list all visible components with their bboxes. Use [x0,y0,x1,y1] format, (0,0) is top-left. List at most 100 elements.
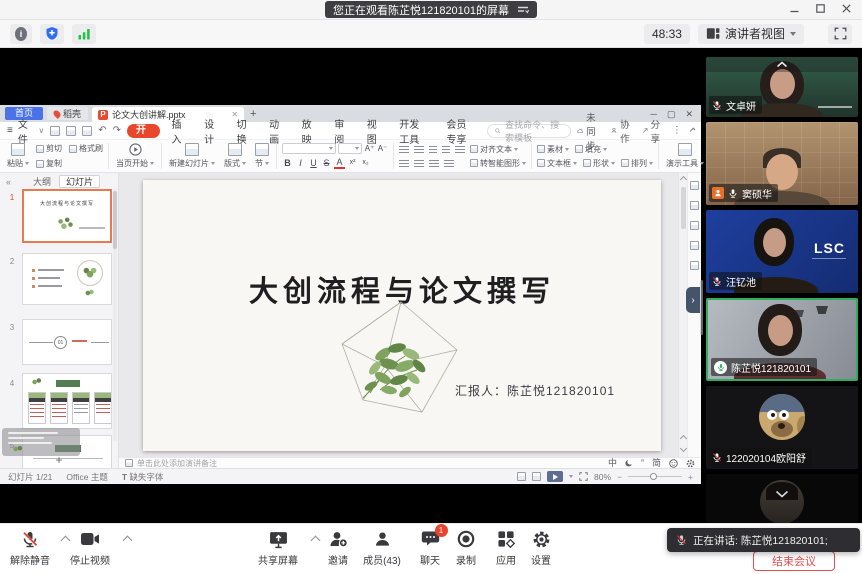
missing-font-warning[interactable]: T 缺失字体 [122,471,164,483]
zoom-slider-thumb[interactable] [650,473,657,480]
to-smartart-button[interactable]: 转智能图形 [470,158,526,169]
copy-button[interactable]: 复制 [36,157,62,170]
subscript-icon[interactable]: x₂ [360,159,371,166]
plant-crystal-graphic[interactable] [325,298,477,418]
collapse-panel-icon[interactable]: « [6,177,11,187]
section-button[interactable]: 节 [253,142,271,170]
participant-tile-5[interactable]: 122020104欧阳舒 [706,386,858,469]
numbered-list-icon[interactable] [414,146,424,153]
theme-name[interactable]: Office 主题 [66,471,107,483]
menu-tab-design[interactable]: 设计 [198,116,225,146]
present-tools-button[interactable]: 演示工具 [664,142,706,170]
assets-button[interactable]: 素材 [537,144,569,155]
share-screen-button[interactable]: 共享屏幕 [247,529,309,567]
format-painter-button[interactable]: 格式刷 [69,142,103,155]
scroll-up-participants[interactable] [706,57,858,72]
settings-button[interactable]: 设置 [515,529,567,567]
shape-button[interactable]: 形状 [583,158,615,169]
menu-tab-insert[interactable]: 插入 [166,116,193,146]
outdent-icon[interactable] [429,146,437,153]
design-panel-icon[interactable] [690,201,699,210]
wps-docer-tab[interactable]: 稻壳 [47,107,88,120]
normal-view-icon[interactable] [517,472,526,481]
zoom-level[interactable]: 80% [594,472,611,482]
justify-icon[interactable] [444,160,454,167]
slide-thumbnail-4[interactable] [22,373,112,429]
history-panel-icon[interactable] [690,261,699,270]
quote-icon[interactable]: ” [641,459,644,468]
superscript-icon[interactable]: x² [347,159,358,166]
screen-share-banner[interactable]: 您正在观看陈芷悦121820101的屏幕 [325,1,537,18]
strikethrough-icon[interactable]: S [321,158,332,168]
video-options-chevron[interactable] [123,536,133,546]
textbox-button[interactable]: 文本框 [537,158,577,169]
collaborate-button[interactable]: 协作 [611,117,633,145]
font-size-select[interactable] [338,143,362,154]
slide-scrollbar[interactable] [678,173,687,457]
align-right-icon[interactable] [429,160,439,167]
align-center-icon[interactable] [414,160,424,167]
font-color-icon[interactable]: A [334,157,345,169]
print-icon[interactable] [66,126,76,136]
file-menu[interactable]: 文件 [18,116,33,146]
wps-settings-gear-icon[interactable] [686,459,695,468]
participant-tile-4-active-speaker[interactable]: 陈芷悦121820101 [706,298,858,381]
previous-slide-icon[interactable] [680,435,687,442]
network-status-button[interactable] [72,24,96,44]
menu-tab-devtools[interactable]: 开发工具 [393,116,434,146]
italic-icon[interactable]: I [295,158,306,168]
menu-tab-review[interactable]: 审阅 [328,116,355,146]
play-options-caret-icon[interactable] [569,475,573,478]
sidebar-scrollbar[interactable] [700,280,703,335]
menu-tab-animation[interactable]: 动画 [263,116,290,146]
play-from-current-button[interactable]: 当页开始 [114,142,156,170]
collapse-ribbon-icon[interactable] [689,128,695,134]
banner-menu-icon[interactable] [517,5,529,15]
unmute-button[interactable]: 解除静音 [0,529,60,567]
meeting-security-button[interactable] [40,24,64,44]
scroll-up-icon[interactable] [680,176,687,183]
zoom-slider[interactable] [628,476,682,477]
view-mode-button[interactable]: 演讲者视图 [698,24,804,44]
panel-scrollbar[interactable] [113,189,117,441]
participant-tile-1[interactable]: 文卓妍 [706,57,858,117]
more-options-icon[interactable]: ⋮ [672,125,682,136]
scroll-down-participants[interactable] [706,490,858,498]
scrollbar-thumb[interactable] [681,187,686,229]
properties-panel-icon[interactable] [690,181,699,190]
slide-presenter-text[interactable]: 汇报人：陈芷悦121820101 [455,382,615,399]
night-mode-icon[interactable] [625,459,633,467]
slide-thumbnail-2[interactable] [22,253,112,305]
hamburger-icon[interactable]: ≡ [7,125,12,136]
command-search-input[interactable]: 查找命令、搜索模板 [487,124,571,138]
indent-icon[interactable] [442,146,450,153]
cut-button[interactable]: 剪切 [36,142,62,155]
underline-icon[interactable]: U [308,158,319,168]
slide-sorter-icon[interactable] [532,472,541,481]
play-slideshow-button[interactable] [547,471,563,482]
bold-icon[interactable]: B [282,158,293,168]
maximize-button[interactable] [815,3,826,14]
participant-tile-6[interactable] [706,474,858,523]
simplified-chinese-icon[interactable]: 简 [652,459,661,468]
save-icon[interactable] [50,126,60,136]
bullet-list-icon[interactable] [399,146,409,153]
notes-bar[interactable]: 单击此处添加演讲备注 中 ” 简 [119,457,701,468]
menu-tab-slideshow[interactable]: 放映 [296,116,323,146]
meeting-info-button[interactable]: i [10,24,32,44]
zoom-in-button[interactable]: + [688,472,693,482]
undo-icon[interactable]: ↶ [98,125,106,136]
decrease-font-icon[interactable]: A⁻ [377,144,388,153]
slide-thumbnail-1[interactable]: 大创流程与论文撰写 [22,189,112,243]
slide-canvas-area[interactable]: 大创流程与论文撰写 [119,173,678,457]
paste-button[interactable]: 粘贴 [5,142,31,170]
align-text-button[interactable]: 对齐文本 [470,144,526,155]
menu-tab-transition[interactable]: 切换 [231,116,258,146]
close-button[interactable] [841,3,852,14]
fill-button[interactable]: 填充 [575,144,607,155]
next-slide-icon[interactable] [680,445,687,452]
font-family-select[interactable] [282,143,336,154]
minimize-button[interactable] [789,3,800,14]
expand-panel-handle[interactable]: › [686,287,700,313]
smiley-help-icon[interactable] [669,459,678,468]
